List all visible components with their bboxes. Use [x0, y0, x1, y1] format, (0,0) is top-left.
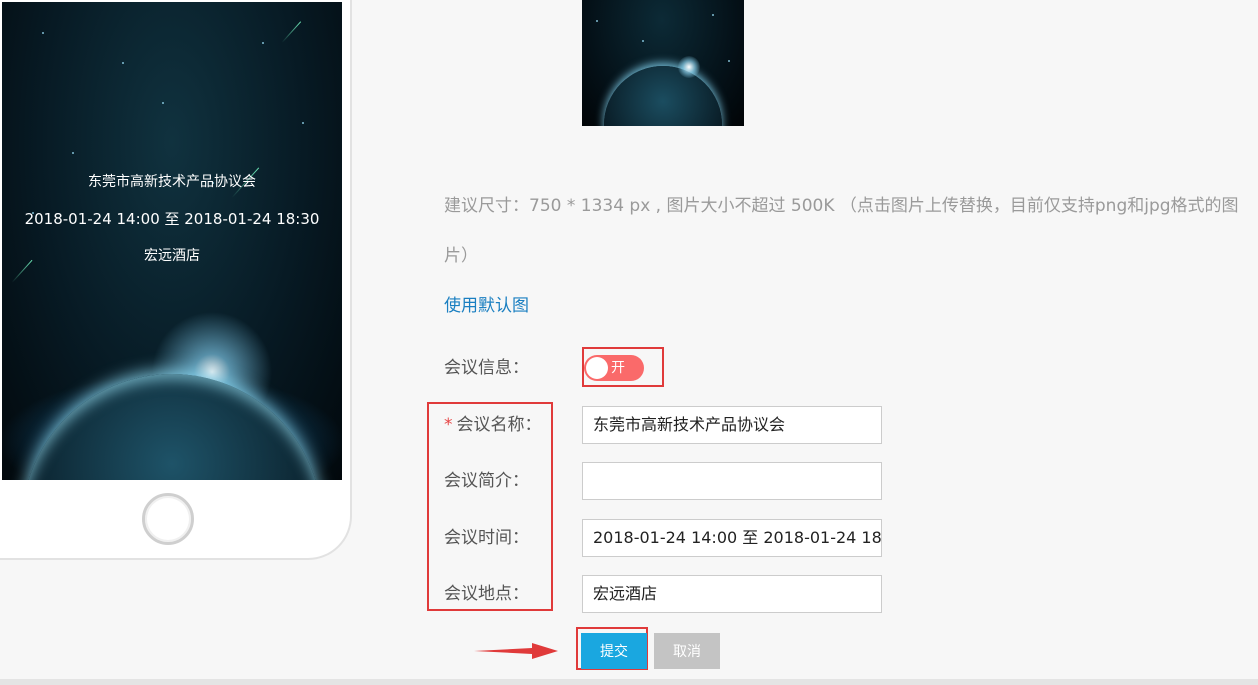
- cover-size-hint: 建议尺寸：750 * 1334 px , 图片大小不超过 500K （点击图片上…: [444, 196, 1239, 266]
- meeting-info-toggle[interactable]: 开: [584, 355, 644, 381]
- required-mark: *: [444, 415, 453, 435]
- cover-image-thumbnail[interactable]: [582, 0, 744, 126]
- preview-screen: 东莞市高新技术产品协议会 2018-01-24 14:00 至 2018-01-…: [2, 2, 342, 480]
- submit-button[interactable]: 提交: [581, 633, 647, 669]
- meeting-name-input[interactable]: 东莞市高新技术产品协议会: [582, 406, 882, 444]
- bottom-divider: [0, 679, 1258, 685]
- meeting-time-input[interactable]: 2018-01-24 14:00 至 2018-01-24 18:30: [582, 519, 882, 557]
- toggle-label: 开: [611, 360, 625, 376]
- meeting-name-label-text: 会议名称：: [456, 415, 542, 435]
- meeting-info-label: 会议信息：: [444, 358, 529, 378]
- meeting-location-input[interactable]: 宏远酒店: [582, 575, 882, 613]
- home-button: [142, 493, 194, 545]
- meeting-intro-input[interactable]: [582, 462, 882, 500]
- toggle-knob: [586, 357, 608, 379]
- meeting-intro-label: 会议简介：: [444, 471, 529, 491]
- meeting-name-label: * 会议名称：: [444, 413, 542, 437]
- meeting-time-label: 会议时间：: [444, 528, 529, 548]
- cancel-button[interactable]: 取消: [654, 633, 720, 669]
- phone-preview: 东莞市高新技术产品协议会 2018-01-24 14:00 至 2018-01-…: [0, 0, 352, 560]
- preview-time: 2018-01-24 14:00 至 2018-01-24 18:30: [24, 210, 320, 228]
- meeting-location-label: 会议地点：: [444, 584, 529, 604]
- use-default-image-link[interactable]: 使用默认图: [444, 293, 529, 319]
- arrow-annotation-icon: [474, 643, 558, 659]
- preview-location: 宏远酒店: [144, 248, 200, 264]
- preview-title: 东莞市高新技术产品协议会: [88, 174, 256, 190]
- planet-graphic: [22, 374, 322, 480]
